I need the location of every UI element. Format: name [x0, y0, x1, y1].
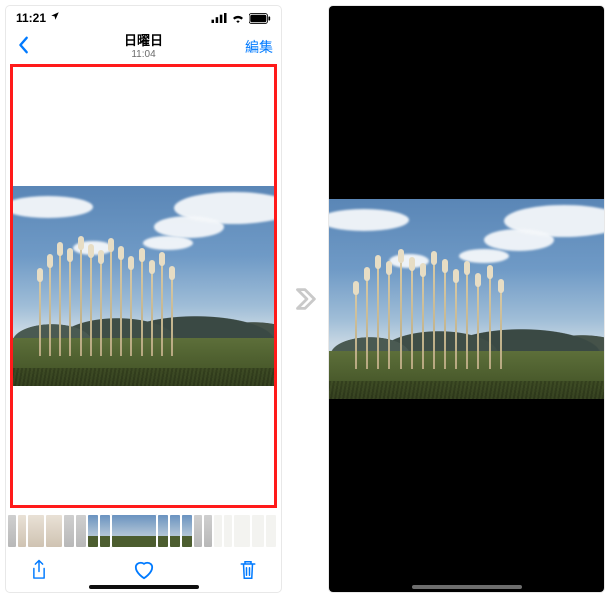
battery-icon [249, 13, 271, 24]
location-arrow-icon [50, 11, 60, 21]
thumbnail[interactable] [252, 515, 264, 547]
heart-icon [133, 560, 155, 580]
nav-title-time: 11:04 [124, 49, 163, 60]
main-photo[interactable] [13, 186, 274, 386]
chevron-left-icon [18, 36, 30, 54]
fullscreen-photo[interactable] [329, 199, 604, 399]
edit-button[interactable]: 編集 [245, 37, 273, 57]
nav-title-day: 日曜日 [124, 34, 163, 48]
thumbnail-selected[interactable] [112, 515, 156, 547]
thumbnail[interactable] [194, 515, 202, 547]
nav-title: 日曜日 11:04 [124, 34, 163, 59]
thumbnail[interactable] [46, 515, 62, 547]
thumbnail[interactable] [18, 515, 26, 547]
share-button[interactable] [24, 553, 54, 592]
wifi-icon [231, 13, 245, 23]
thumbnail[interactable] [158, 515, 168, 547]
thumbnail[interactable] [76, 515, 86, 547]
thumbnail[interactable] [266, 515, 276, 547]
thumbnail[interactable] [8, 515, 16, 547]
thumbnail-strip[interactable] [6, 512, 281, 550]
share-icon [30, 559, 48, 581]
thumbnail[interactable] [234, 515, 250, 547]
fullscreen-photo-area[interactable] [329, 6, 604, 592]
phone-fullscreen-viewer [329, 6, 604, 592]
home-indicator[interactable] [89, 585, 199, 589]
signal-icon [211, 13, 227, 23]
nav-bar: 日曜日 11:04 編集 [6, 30, 281, 64]
thumbnail[interactable] [204, 515, 212, 547]
status-bar: 11:21 [6, 6, 281, 30]
thumbnail[interactable] [224, 515, 232, 547]
trash-icon [239, 559, 257, 581]
thumbnail[interactable] [100, 515, 110, 547]
thumbnail[interactable] [64, 515, 74, 547]
home-indicator[interactable] [412, 585, 522, 589]
transition-arrow [289, 283, 321, 315]
thumbnail[interactable] [214, 515, 222, 547]
back-button[interactable] [12, 30, 36, 64]
thumbnail[interactable] [88, 515, 98, 547]
thumbnail[interactable] [28, 515, 44, 547]
photo-highlight-frame[interactable] [10, 64, 277, 508]
thumbnail[interactable] [182, 515, 192, 547]
arrow-right-icon [290, 284, 320, 314]
status-time: 11:21 [16, 11, 60, 25]
thumbnail[interactable] [170, 515, 180, 547]
phone-photos-detail: 11:21 日曜日 11:04 編集 [6, 6, 281, 592]
delete-button[interactable] [233, 553, 263, 592]
